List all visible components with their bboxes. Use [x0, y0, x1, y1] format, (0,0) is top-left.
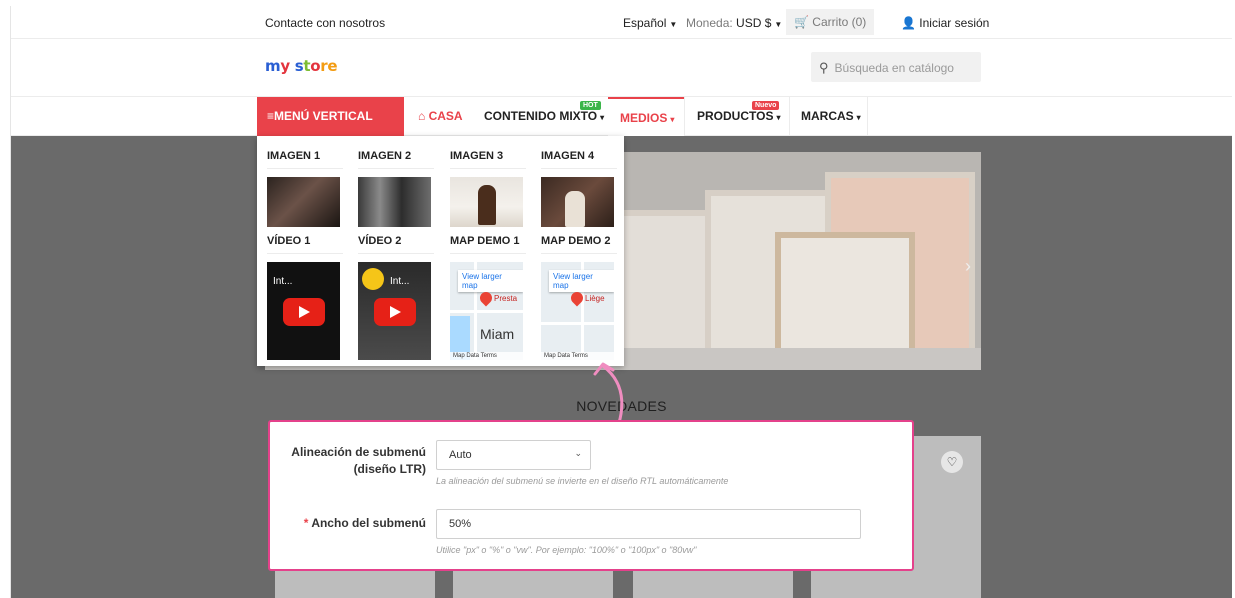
home-icon: ⌂: [418, 109, 426, 123]
submenu-title: IMAGEN 1: [267, 150, 343, 169]
channel-avatar: [362, 268, 384, 290]
submenu-title: VÍDEO 2: [358, 235, 434, 254]
video-player[interactable]: Int...: [358, 262, 431, 360]
currency-value: USD $: [736, 16, 772, 30]
submenu-width-label: * Ancho del submenú: [303, 516, 426, 530]
map-embed[interactable]: View larger map Liège Map Data Terms: [541, 262, 614, 360]
view-larger-map-link[interactable]: View larger map: [549, 270, 614, 292]
map-embed[interactable]: View larger map Presta Miam Map Data Ter…: [450, 262, 523, 360]
submenu-alignment-help: La alineación del submenú se invierte en…: [436, 476, 729, 486]
required-asterisk: *: [303, 516, 309, 530]
hamburger-icon: ≡: [267, 109, 275, 123]
submenu-settings-panel: Alineación de submenú (diseño LTR) Auto ⌄…: [268, 420, 914, 571]
nav-item-marcas[interactable]: MARCAS ▾: [801, 97, 861, 136]
submenu-title: MAP DEMO 2: [541, 235, 617, 254]
nav-divider: [684, 97, 685, 136]
caret-down-icon: ▾: [776, 113, 781, 122]
submenu-title: VÍDEO 1: [267, 235, 343, 254]
caret-down-icon: ▾: [670, 115, 675, 124]
image-thumbnail[interactable]: [267, 177, 340, 227]
map-footer[interactable]: Map Data Terms: [450, 352, 523, 360]
map-pin-icon: [477, 289, 495, 307]
medios-submenu: IMAGEN 1 IMAGEN 2 IMAGEN 3 IMAGEN 4 VÍDE…: [257, 136, 624, 366]
submenu-alignment-label: Alineación de submenú (diseño LTR): [291, 445, 426, 476]
caret-down-icon: ▼: [774, 20, 783, 29]
search-icon: ⚲: [819, 60, 829, 75]
submenu-image-2: IMAGEN 2: [358, 150, 434, 227]
play-button-icon[interactable]: [283, 298, 325, 326]
currency-selector[interactable]: Moneda: USD $ ▼: [686, 16, 782, 30]
submenu-map-1: MAP DEMO 1 View larger map Presta Miam M…: [450, 235, 526, 360]
submenu-video-1: VÍDEO 1 Int...: [267, 235, 343, 360]
site-header: my store ⚲ Búsqueda en catálogo: [11, 39, 1232, 96]
image-thumbnail[interactable]: [450, 177, 523, 227]
main-nav: ≡MENÚ VERTICAL ⌂ CASA CONTENIDO MIXTO ▾ H…: [11, 96, 1232, 136]
submenu-image-3: IMAGEN 3: [450, 150, 526, 227]
image-thumbnail[interactable]: [358, 177, 431, 227]
map-road: [541, 322, 614, 325]
map-place-label: Presta: [494, 294, 518, 303]
submenu-image-1: IMAGEN 1: [267, 150, 343, 227]
submenu-title: IMAGEN 3: [450, 150, 526, 169]
wishlist-heart-icon[interactable]: ♡: [941, 451, 963, 473]
caret-down-icon: ▾: [600, 113, 605, 122]
nav-divider: [789, 97, 790, 136]
map-city-label: Miam: [480, 326, 515, 342]
image-thumbnail[interactable]: [541, 177, 614, 227]
submenu-title: IMAGEN 2: [358, 150, 434, 169]
nav-divider: [867, 97, 868, 136]
slider-image-frame: [775, 232, 915, 357]
currency-label: Moneda:: [686, 16, 733, 30]
video-title: Int...: [273, 276, 293, 287]
contact-link[interactable]: Contacte con nosotros: [265, 16, 385, 30]
submenu-map-2: MAP DEMO 2 View larger map Liège Map Dat…: [541, 235, 617, 360]
cart-button[interactable]: 🛒 Carrito (0): [786, 9, 875, 35]
language-selector[interactable]: Español ▼: [623, 16, 677, 30]
store-logo[interactable]: my store: [265, 57, 338, 75]
video-title: Int...: [390, 276, 410, 287]
figure-shape: [565, 191, 585, 227]
top-bar: Contacte con nosotros Español ▼ Moneda: U…: [11, 6, 1232, 39]
map-place-label: Liège: [585, 294, 605, 303]
signin-link[interactable]: 👤 Iniciar sesión: [901, 16, 989, 30]
submenu-alignment-select[interactable]: Auto ⌄: [436, 440, 591, 470]
hot-badge: HOT: [580, 101, 601, 110]
submenu-title: MAP DEMO 1: [450, 235, 526, 254]
new-badge: Nuevo: [752, 101, 780, 110]
submenu-video-2: VÍDEO 2 Int...: [358, 235, 434, 360]
storefront-page: Contacte con nosotros Español ▼ Moneda: U…: [10, 6, 1232, 598]
map-road: [450, 310, 523, 313]
submenu-width-help: Utilice "px" o "%" o "vw". Por ejemplo: …: [436, 545, 697, 555]
nav-item-casa[interactable]: ⌂ CASA: [418, 97, 463, 136]
play-button-icon[interactable]: [374, 298, 416, 326]
submenu-title: IMAGEN 4: [541, 150, 617, 169]
cart-icon: 🛒: [794, 15, 809, 29]
caret-down-icon: ▼: [669, 20, 678, 29]
vertical-menu-button[interactable]: ≡MENÚ VERTICAL: [257, 97, 404, 136]
video-player[interactable]: Int...: [267, 262, 340, 360]
submenu-width-input[interactable]: 50%: [436, 509, 861, 539]
chevron-down-icon: ⌄: [574, 448, 582, 458]
nav-item-medios[interactable]: MEDIOS ▾: [608, 97, 684, 136]
caret-down-icon: ▾: [856, 113, 861, 122]
user-icon: 👤: [901, 16, 916, 30]
submenu-image-4: IMAGEN 4: [541, 150, 617, 227]
figure-shape: [478, 185, 496, 225]
search-input[interactable]: ⚲ Búsqueda en catálogo: [811, 52, 981, 82]
view-larger-map-link[interactable]: View larger map: [458, 270, 523, 292]
chevron-right-icon[interactable]: ›: [965, 256, 971, 277]
